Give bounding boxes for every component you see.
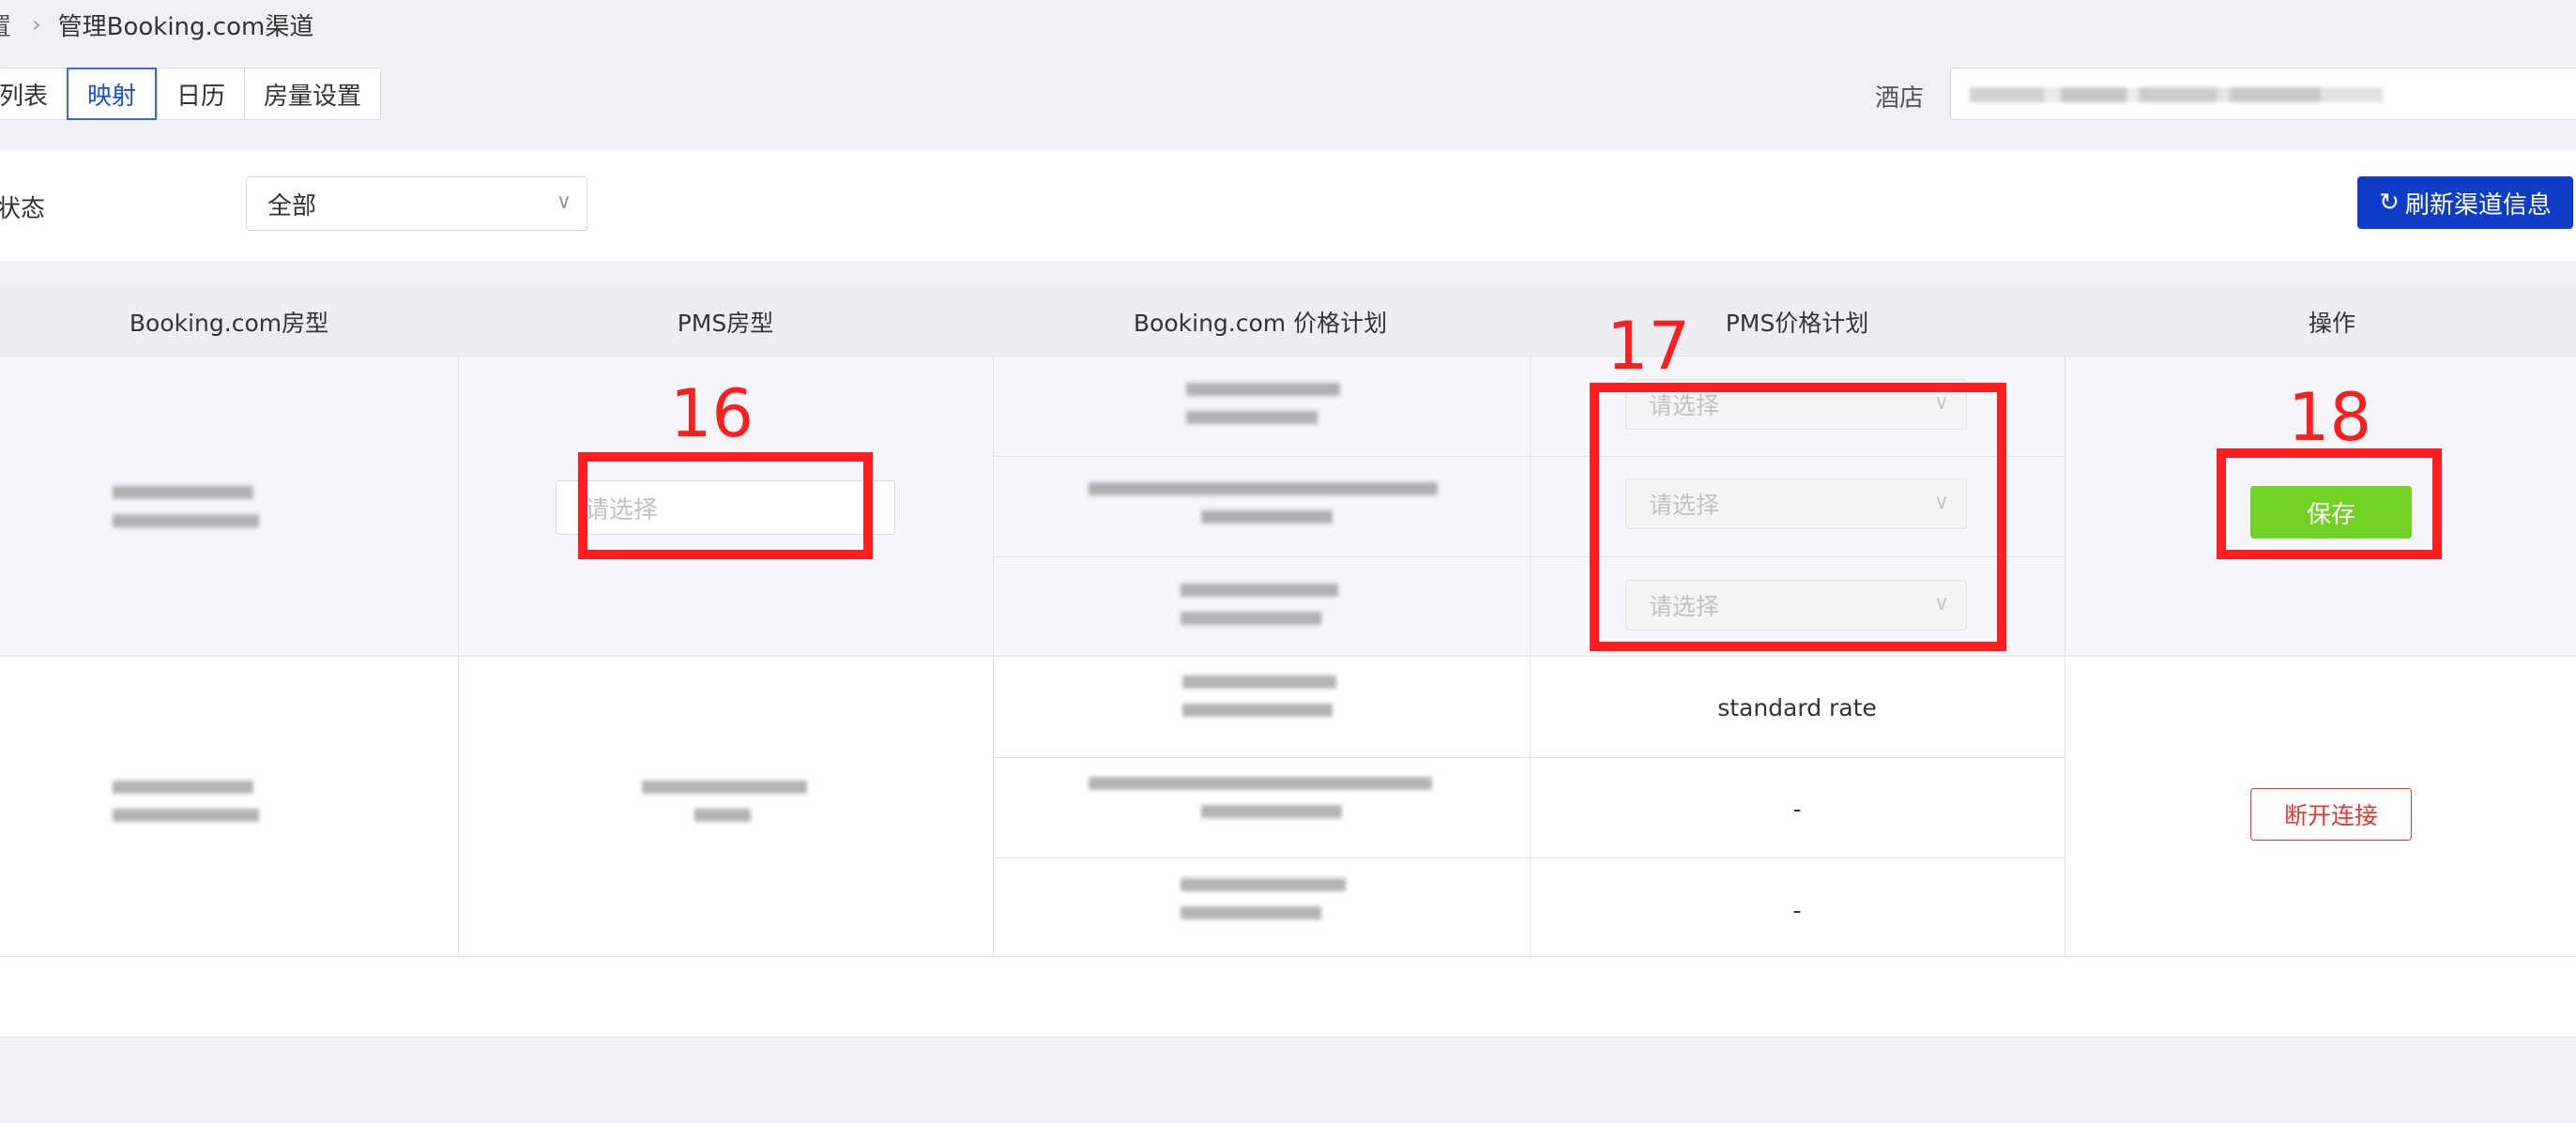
status-select-value: 全部 [267,191,317,220]
annotation-label-18: 18 [2288,379,2372,456]
header-booking-rate-plan: Booking.com 价格计划 [1133,310,1388,337]
filter-bar: 状态 全部 ∨ ↻ 刷新渠道信息 [0,150,2576,261]
annotation-label-16: 16 [670,375,755,452]
pms-rate-plan-value: - [1792,796,1802,823]
rate-plan-name-redacted [1181,878,1346,934]
status-label: 状态 [0,195,46,223]
refresh-channel-button[interactable]: ↻ 刷新渠道信息 [2357,176,2573,229]
booking-room-name-redacted [113,781,259,837]
header-actions: 操作 [2308,310,2355,337]
table-header: Booking.com房型 PMS房型 Booking.com 价格计划 PMS… [0,287,2576,357]
view-tabs: 列表 映射 日历 房量设置 [0,68,382,120]
header-booking-room-type: Booking.com房型 [129,310,329,337]
table-footer [0,957,2576,1038]
pms-room-name-redacted [642,781,807,837]
annotation-label-17: 17 [1607,308,1691,385]
rate-plan-name-redacted [1186,383,1340,439]
table-row: 请选择 请选择 ∨ 请选择 ∨ 请选择 ∨ 保存 [0,357,2576,657]
mapping-table: Booking.com房型 PMS房型 Booking.com 价格计划 PMS… [0,287,2576,957]
pms-rate-plan-value: - [1792,897,1802,924]
tab-list[interactable]: 列表 [0,68,68,119]
hotel-label: 酒店 [1875,84,1925,113]
annotation-box-17 [1590,383,2006,651]
hotel-name-redacted [1970,87,2383,102]
pms-rate-plan-value: standard rate [1717,694,1877,721]
booking-room-name-redacted [113,486,259,542]
breadcrumb: 置 › 管理Booking.com渠道 [0,0,313,49]
annotation-box-18 [2217,448,2442,559]
rate-plan-name-redacted [1089,482,1438,539]
rate-plan-name-redacted [1181,584,1338,640]
disconnect-button[interactable]: 断开连接 [2250,788,2412,841]
tab-calendar[interactable]: 日历 [157,68,245,119]
chevron-down-icon: ∨ [556,190,572,214]
breadcrumb-current: 管理Booking.com渠道 [57,12,314,41]
header-pms-room-type: PMS房型 [677,310,774,337]
annotation-box-16 [578,452,873,559]
status-select[interactable]: 全部 ∨ [246,176,587,231]
refresh-icon: ↻ [2379,189,2400,217]
rate-plan-name-redacted [1089,777,1432,833]
chevron-right-icon: › [32,11,41,38]
breadcrumb-prev[interactable]: 置 [0,8,11,42]
table-row: standard rate - - 断开连接 [0,657,2576,957]
tab-room-quantity[interactable]: 房量设置 [244,68,381,119]
rate-plan-name-redacted [1182,675,1336,732]
refresh-button-label: 刷新渠道信息 [2404,190,2552,220]
tab-mapping[interactable]: 映射 [67,68,158,120]
hotel-select[interactable]: ⌵ [1950,68,2576,120]
